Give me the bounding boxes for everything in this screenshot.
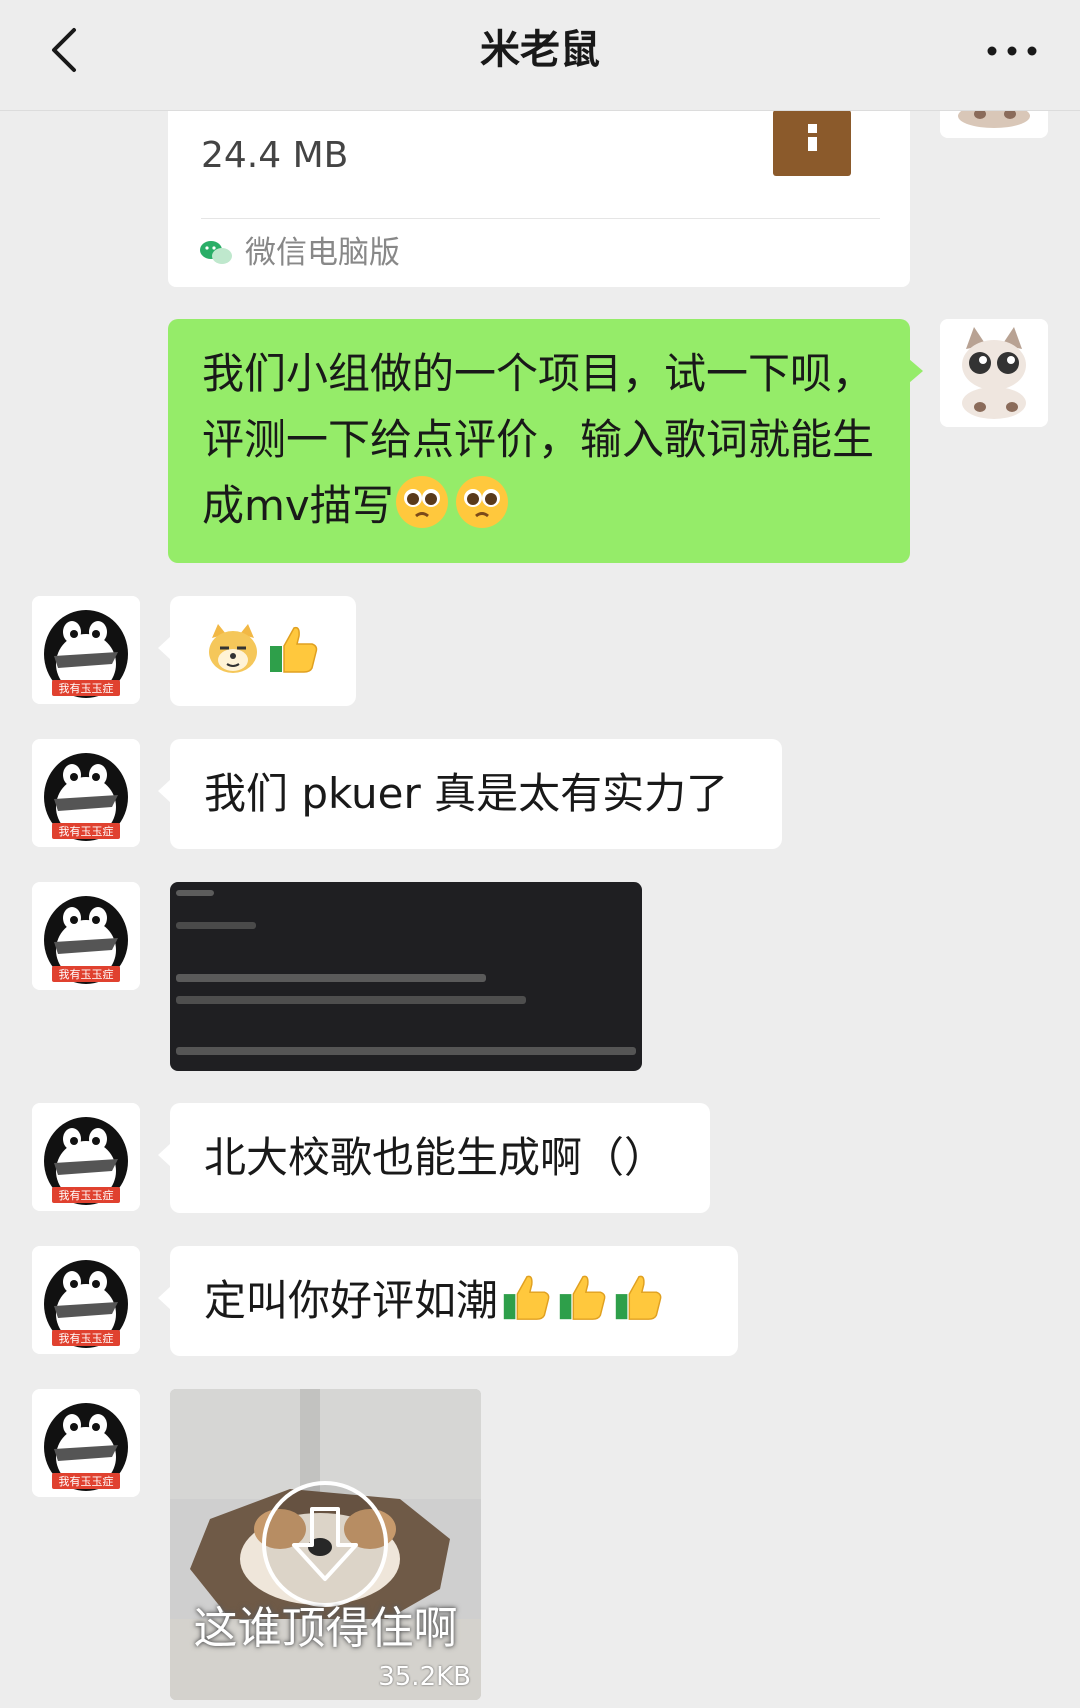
contact-avatar[interactable]: 我有玉玉症 (32, 1103, 140, 1211)
pleading-face-icon (394, 474, 450, 549)
message-bubble-other[interactable]: 我们 pkuer 真是太有实力了 (158, 739, 782, 849)
avatar-badge: 我有玉玉症 (59, 824, 114, 838)
doge-icon (204, 620, 262, 697)
top-bar: 米老鼠 (0, 0, 1080, 111)
message-bubble-other[interactable]: 北大校歌也能生成啊（） (158, 1103, 710, 1213)
thumbs-up-icon (264, 620, 322, 697)
self-avatar[interactable] (940, 319, 1048, 427)
message-text: 我们小组做的一个项目，试一下呗，评测一下给点评价，输入歌词就能生成mv描写 (202, 349, 875, 530)
message-bubble-other[interactable]: 定叫你好评如潮 (158, 1246, 738, 1356)
thumbs-up-icon (498, 1269, 554, 1344)
avatar-badge: 我有玉玉症 (59, 681, 114, 695)
file-size: 24.4 MB (201, 135, 349, 176)
avatar-badge: 我有玉玉症 (59, 1188, 114, 1202)
avatar-badge: 我有玉玉症 (59, 967, 114, 981)
contact-avatar[interactable]: 我有玉玉症 (32, 1246, 140, 1354)
file-card-divider (201, 218, 880, 219)
contact-avatar[interactable]: 我有玉玉症 (32, 739, 140, 847)
cat-avatar-image (940, 319, 1048, 427)
message-bubble-self[interactable]: 我们小组做的一个项目，试一下呗，评测一下给点评价，输入歌词就能生成mv描写 (168, 319, 923, 563)
thumbs-up-icon (554, 1269, 610, 1344)
message-text: 定叫你好评如潮 (204, 1276, 499, 1325)
message-text: 我们 pkuer 真是太有实力了 (204, 769, 729, 818)
contact-avatar[interactable]: 我有玉玉症 (32, 596, 140, 704)
sticker-image-message[interactable]: 这谁顶得住啊 35.2KB (170, 1389, 481, 1700)
file-source: 微信电脑版 (245, 235, 400, 271)
wechat-icon (200, 241, 232, 264)
pleading-face-icon (454, 474, 510, 549)
contact-avatar[interactable]: 我有玉玉症 (32, 882, 140, 990)
thumbs-up-icon (610, 1269, 666, 1344)
file-icon (773, 110, 851, 176)
avatar-badge: 我有玉玉症 (59, 1331, 114, 1345)
message-text: 北大校歌也能生成啊（） (204, 1133, 667, 1182)
contact-avatar[interactable]: 我有玉玉症 (32, 1389, 140, 1497)
sticker-caption: 这谁顶得住啊 (193, 1603, 458, 1654)
sticker-file-size: 35.2KB (378, 1662, 471, 1692)
chat-title: 米老鼠 (480, 27, 600, 73)
more-icon (987, 46, 1037, 56)
download-icon[interactable] (260, 1479, 390, 1609)
more-button[interactable] (982, 34, 1042, 68)
screenshot-image-message[interactable] (170, 882, 642, 1071)
avatar-badge: 我有玉玉症 (59, 1474, 114, 1488)
message-bubble-other[interactable] (158, 596, 356, 706)
